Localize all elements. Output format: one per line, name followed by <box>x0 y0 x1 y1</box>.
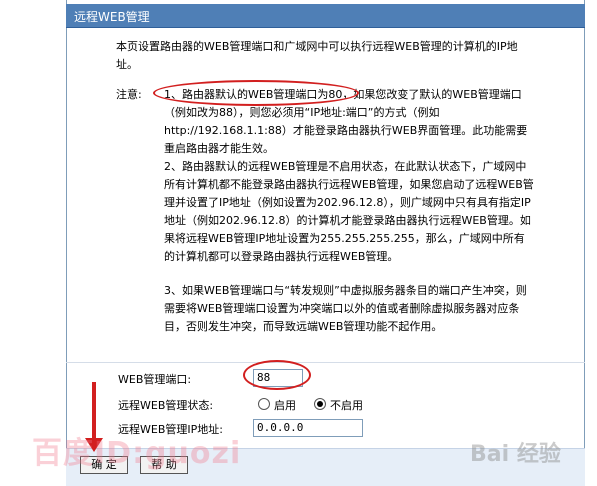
watermark-right: Bai 经验 <box>470 442 561 467</box>
notes-label: 注意: <box>116 88 142 101</box>
window-title: 远程WEB管理 <box>74 10 150 24</box>
note-2: 2、路由器默认的远程WEB管理是不启用状态，在此默认状态下，广域网中所有计算机都… <box>164 160 534 263</box>
watermark-left: 百度ID:guozi <box>32 436 242 471</box>
status-enable-label[interactable]: 启用 <box>274 397 296 413</box>
highlight-oval-note <box>153 80 359 106</box>
divider <box>66 362 585 363</box>
port-label: WEB管理端口: <box>118 373 192 386</box>
ip-input[interactable]: 0.0.0.0 <box>253 419 363 437</box>
intro-text: 本页设置路由器的WEB管理端口和广域网中可以执行远程WEB管理的计算机的IP地址… <box>116 40 518 71</box>
highlight-oval-port <box>243 360 311 390</box>
status-enable-radio[interactable] <box>258 398 270 410</box>
status-disable-label[interactable]: 不启用 <box>330 397 363 413</box>
note-3: 3、如果WEB管理端口与“转发规则”中虚拟服务器条目的端口产生冲突，则需要将WE… <box>164 284 527 333</box>
title-bar: 远程WEB管理 <box>66 4 585 28</box>
status-label: 远程WEB管理状态: <box>118 399 214 412</box>
status-disable-radio[interactable] <box>314 398 326 410</box>
